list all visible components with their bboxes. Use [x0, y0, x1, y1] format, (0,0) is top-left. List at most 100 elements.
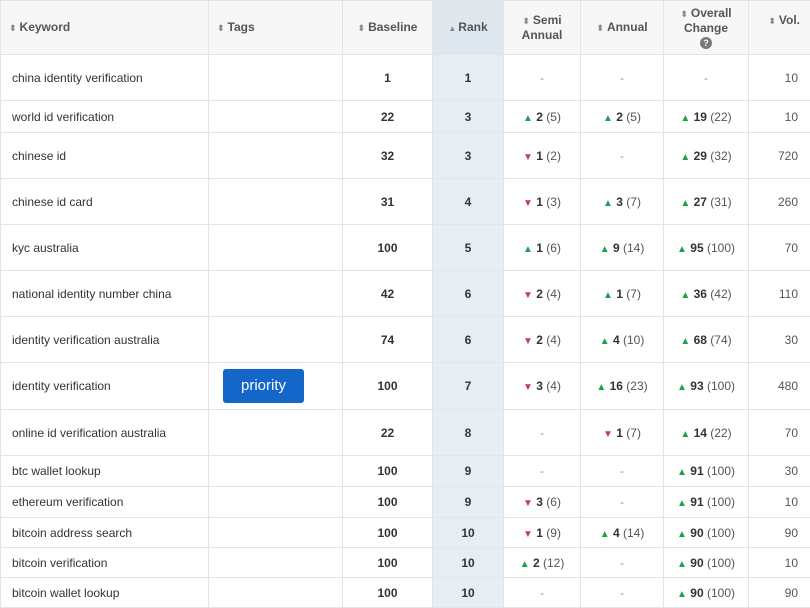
help-circle-icon[interactable]: ?: [700, 37, 712, 49]
rank-cell: 5: [433, 225, 504, 271]
keyword-cell: china identity verification: [1, 55, 209, 101]
no-change-dash: -: [620, 71, 624, 85]
volume-cell: 30: [749, 317, 810, 363]
sort-both-icon: ⬍: [768, 16, 776, 26]
header-rank[interactable]: ▲Rank: [433, 1, 504, 55]
table-row[interactable]: ethereum verification1009▼ 3 (6)-▲ 91 (1…: [1, 487, 810, 518]
annual-cell: ▲ 9 (14): [581, 225, 664, 271]
tags-cell[interactable]: priority: [209, 363, 343, 410]
table-row[interactable]: bitcoin wallet lookup10010--▲ 90 (100)90: [1, 578, 810, 608]
arrow-up-icon: ▲: [677, 559, 687, 570]
header-baseline[interactable]: ⬍Baseline: [343, 1, 433, 55]
tags-cell[interactable]: [209, 101, 343, 133]
volume-cell: 30: [749, 456, 810, 487]
arrow-up-icon: ▲: [520, 559, 530, 570]
rank-cell: 6: [433, 317, 504, 363]
rank-cell: 10: [433, 518, 504, 548]
no-change-dash: -: [620, 464, 624, 478]
arrow-up-icon: ▲: [680, 429, 690, 440]
keyword-cell: world id verification: [1, 101, 209, 133]
keyword-cell: national identity number china: [1, 271, 209, 317]
keyword-cell: kyc australia: [1, 225, 209, 271]
baseline-cell: 100: [343, 456, 433, 487]
header-annual[interactable]: ⬍Annual: [581, 1, 664, 55]
volume-cell: 110: [749, 271, 810, 317]
arrow-up-icon: ▲: [603, 290, 613, 301]
tags-cell[interactable]: [209, 518, 343, 548]
no-change-dash: -: [540, 586, 544, 600]
header-tags[interactable]: ⬍Tags: [209, 1, 343, 55]
tag-badge[interactable]: priority: [223, 369, 304, 403]
arrow-up-icon: ▲: [680, 152, 690, 163]
table-row[interactable]: bitcoin verification10010▲ 2 (12)-▲ 90 (…: [1, 548, 810, 578]
no-change-dash: -: [540, 426, 544, 440]
tags-cell[interactable]: [209, 317, 343, 363]
keyword-cell: bitcoin address search: [1, 518, 209, 548]
table-row[interactable]: chinese id card314▼ 1 (3)▲ 3 (7)▲ 27 (31…: [1, 179, 810, 225]
overall-change-cell: ▲ 14 (22): [664, 410, 749, 456]
rank-cell: 9: [433, 456, 504, 487]
semi-annual-cell: -: [504, 55, 581, 101]
table-row[interactable]: china identity verification11---10: [1, 55, 810, 101]
tags-cell[interactable]: [209, 578, 343, 608]
tags-cell[interactable]: [209, 410, 343, 456]
arrow-down-icon: ▼: [523, 152, 533, 163]
tags-cell[interactable]: [209, 548, 343, 578]
annual-cell: -: [581, 456, 664, 487]
tags-cell[interactable]: [209, 133, 343, 179]
header-overall-change[interactable]: ⬍OverallChange?: [664, 1, 749, 55]
volume-cell: 70: [749, 410, 810, 456]
table-row[interactable]: national identity number china426▼ 2 (4)…: [1, 271, 810, 317]
semi-annual-cell: ▲ 2 (12): [504, 548, 581, 578]
table-row[interactable]: kyc australia1005▲ 1 (6)▲ 9 (14)▲ 95 (10…: [1, 225, 810, 271]
keyword-cell: bitcoin wallet lookup: [1, 578, 209, 608]
rank-cell: 6: [433, 271, 504, 317]
overall-change-cell: ▲ 93 (100): [664, 363, 749, 410]
table-row[interactable]: world id verification223▲ 2 (5)▲ 2 (5)▲ …: [1, 101, 810, 133]
tags-cell[interactable]: [209, 271, 343, 317]
keyword-cell: ethereum verification: [1, 487, 209, 518]
tags-cell[interactable]: [209, 487, 343, 518]
keyword-cell: identity verification australia: [1, 317, 209, 363]
tags-cell[interactable]: [209, 55, 343, 101]
keyword-ranking-table: ⬍Keyword ⬍Tags ⬍Baseline ▲Rank ⬍SemiAnnu…: [0, 0, 810, 608]
tags-cell[interactable]: [209, 179, 343, 225]
arrow-up-icon: ▲: [677, 244, 687, 255]
volume-cell: 10: [749, 55, 810, 101]
semi-annual-cell: ▼ 3 (4): [504, 363, 581, 410]
sort-both-icon: ⬍: [9, 23, 17, 33]
rank-cell: 9: [433, 487, 504, 518]
overall-change-cell: ▲ 91 (100): [664, 456, 749, 487]
arrow-up-icon: ▲: [680, 113, 690, 124]
annual-cell: -: [581, 548, 664, 578]
table-row[interactable]: identity verification australia746▼ 2 (4…: [1, 317, 810, 363]
tags-cell[interactable]: [209, 225, 343, 271]
annual-cell: ▲ 4 (10): [581, 317, 664, 363]
arrow-up-icon: ▲: [600, 336, 610, 347]
keyword-cell: online id verification australia: [1, 410, 209, 456]
tags-cell[interactable]: [209, 456, 343, 487]
annual-cell: -: [581, 55, 664, 101]
table-header-row: ⬍Keyword ⬍Tags ⬍Baseline ▲Rank ⬍SemiAnnu…: [1, 1, 810, 55]
table-row[interactable]: identity verificationpriority1007▼ 3 (4)…: [1, 363, 810, 410]
no-change-dash: -: [620, 495, 624, 509]
baseline-cell: 22: [343, 101, 433, 133]
table-row[interactable]: chinese id323▼ 1 (2)-▲ 29 (32)720: [1, 133, 810, 179]
arrow-up-icon: ▲: [677, 529, 687, 540]
table-row[interactable]: online id verification australia228-▼ 1 …: [1, 410, 810, 456]
table-body: china identity verification11---10world …: [1, 55, 810, 608]
baseline-cell: 100: [343, 548, 433, 578]
table-row[interactable]: btc wallet lookup1009--▲ 91 (100)30: [1, 456, 810, 487]
baseline-cell: 42: [343, 271, 433, 317]
baseline-cell: 74: [343, 317, 433, 363]
semi-annual-cell: ▲ 2 (5): [504, 101, 581, 133]
header-volume[interactable]: ⬍Vol.: [749, 1, 810, 55]
header-semi-annual[interactable]: ⬍SemiAnnual: [504, 1, 581, 55]
volume-cell: 90: [749, 578, 810, 608]
table-row[interactable]: bitcoin address search10010▼ 1 (9)▲ 4 (1…: [1, 518, 810, 548]
overall-change-cell: ▲ 90 (100): [664, 548, 749, 578]
no-change-dash: -: [620, 556, 624, 570]
annual-cell: ▲ 4 (14): [581, 518, 664, 548]
header-keyword[interactable]: ⬍Keyword: [1, 1, 209, 55]
rank-cell: 10: [433, 578, 504, 608]
